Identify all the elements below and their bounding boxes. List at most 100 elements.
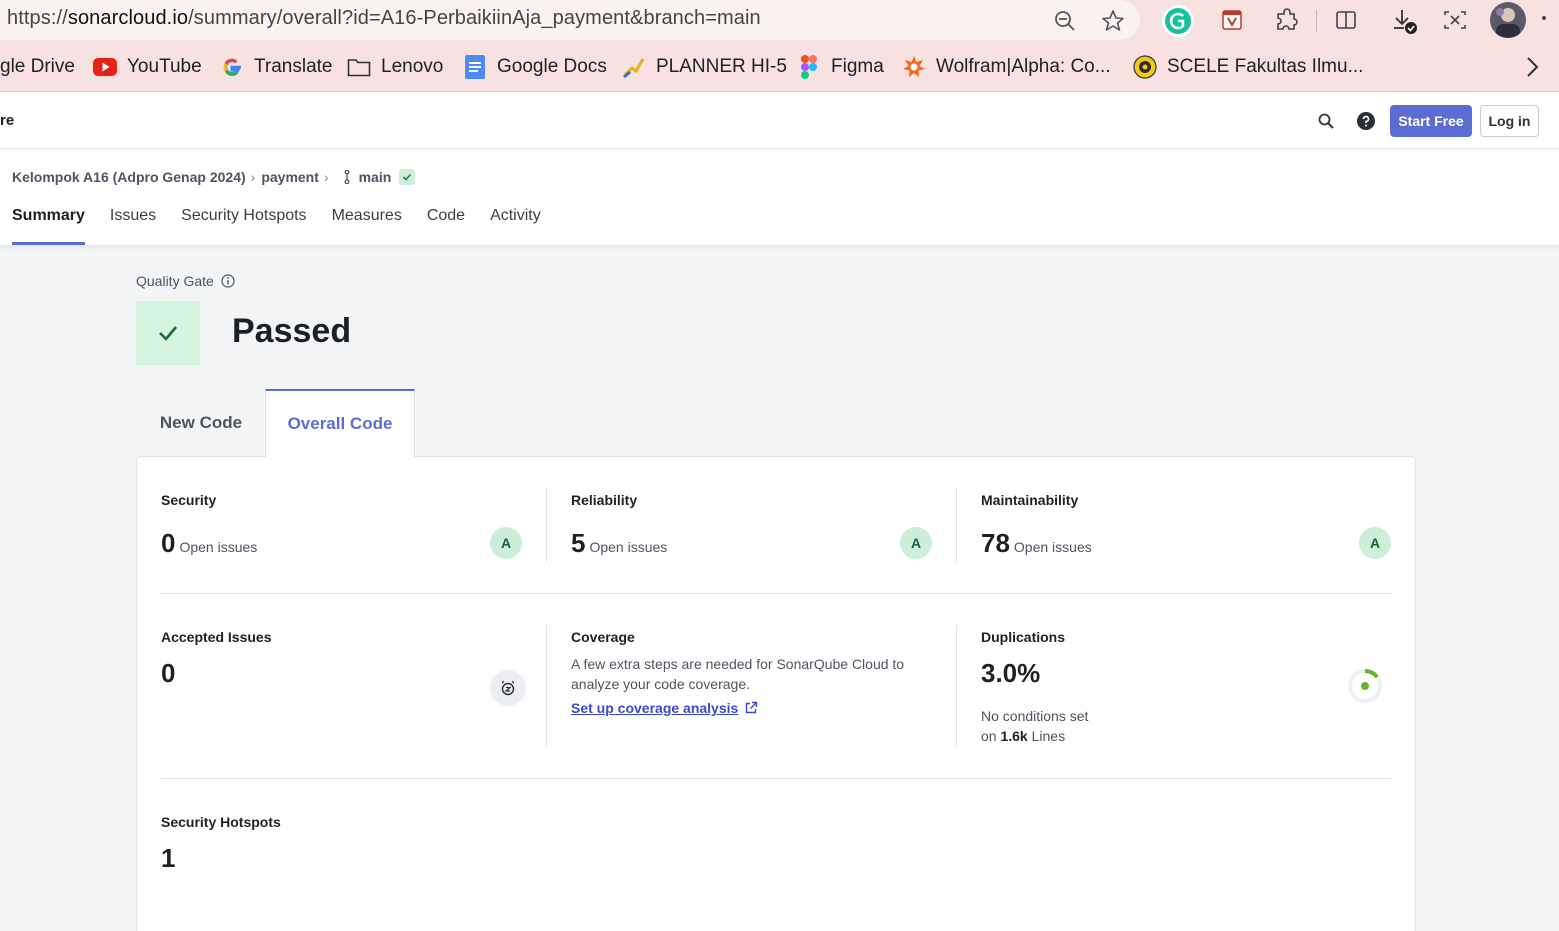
bookmark-label: YouTube <box>127 56 202 77</box>
start-free-button[interactable]: Start Free <box>1390 105 1472 137</box>
branch-icon <box>343 170 351 184</box>
bookmark-planner[interactable]: PLANNER HI-5 <box>622 54 787 80</box>
profile-avatar[interactable] <box>1490 2 1526 38</box>
divider <box>161 593 1391 594</box>
bookmark-label: gle Drive <box>0 56 75 77</box>
breadcrumb-branch[interactable]: main <box>359 169 392 185</box>
grammarly-icon[interactable] <box>1160 3 1196 39</box>
duplications-donut-icon <box>1347 668 1383 704</box>
security-hotspots-value[interactable]: 1 <box>161 843 175 874</box>
brand-fragment[interactable]: re <box>0 112 14 129</box>
menu-dot-icon[interactable] <box>1542 16 1546 20</box>
alarm-clock-icon <box>490 670 526 706</box>
breadcrumb: Kelompok A16 (Adpro Genap 2024) › paymen… <box>12 169 416 185</box>
wolfram-icon <box>902 55 926 79</box>
planner-icon <box>622 55 646 79</box>
url-prefix: https:// <box>7 7 68 29</box>
chevron-right-icon[interactable] <box>1520 54 1544 80</box>
bookmark-label: PLANNER HI-5 <box>656 56 787 77</box>
zoom-icon[interactable] <box>1052 8 1078 34</box>
divider <box>956 488 957 562</box>
accepted-issues-title: Accepted Issues <box>161 629 272 645</box>
breadcrumb-project[interactable]: payment <box>261 169 319 185</box>
app-header: re Start Free Log in <box>0 92 1559 149</box>
bookmark-youtube[interactable]: YouTube <box>93 54 202 80</box>
reliability-sub: Open issues <box>589 539 668 555</box>
reliability-count: 5 <box>571 528 586 558</box>
tab-measures[interactable]: Measures <box>332 207 402 245</box>
quality-gate-status: Passed <box>232 312 352 350</box>
maintainability-value[interactable]: 78 Open issues <box>981 528 1092 559</box>
bookmark-google-docs[interactable]: Google Docs <box>463 54 607 80</box>
bookmark-scele[interactable]: SCELE Fakultas Ilmu... <box>1133 54 1363 80</box>
setup-coverage-link-text: Set up coverage analysis <box>571 700 739 716</box>
bookmark-label: Figma <box>831 56 884 77</box>
coverage-title: Coverage <box>571 629 635 645</box>
project-tabs: Summary Issues Security Hotspots Measure… <box>12 207 566 245</box>
shield-extension-icon[interactable] <box>1218 6 1246 34</box>
note-suffix: Lines <box>1031 728 1066 744</box>
screenshot-icon[interactable] <box>1440 6 1470 34</box>
security-grade-badge[interactable]: A <box>490 527 522 559</box>
downloads-icon[interactable] <box>1389 6 1419 36</box>
reliability-title: Reliability <box>571 492 638 508</box>
note-lines-count: 1.6k <box>1000 728 1028 744</box>
tab-security-hotspots[interactable]: Security Hotspots <box>181 207 306 245</box>
duplications-value[interactable]: 3.0% <box>981 658 1040 689</box>
bookmark-star-icon[interactable] <box>1099 7 1127 35</box>
bookmark-drive[interactable]: gle Drive <box>0 54 75 80</box>
bookmark-translate[interactable]: Translate <box>220 54 333 80</box>
maintainability-grade-badge[interactable]: A <box>1359 527 1391 559</box>
quality-gate-passed-icon <box>136 301 200 365</box>
tab-overall-code[interactable]: Overall Code <box>265 389 415 457</box>
duplications-title: Duplications <box>981 629 1066 645</box>
reliability-grade-badge[interactable]: A <box>900 527 932 559</box>
bookmark-label: Wolfram|Alpha: Co... <box>936 56 1111 77</box>
bookmark-figma[interactable]: Figma <box>797 54 884 80</box>
url-host: sonarcloud.io <box>67 7 189 29</box>
tab-issues[interactable]: Issues <box>110 207 156 245</box>
bookmark-wolfram[interactable]: Wolfram|Alpha: Co... <box>902 54 1111 80</box>
tab-activity[interactable]: Activity <box>490 207 541 245</box>
coverage-desc-line: A few extra steps are needed for SonarQu… <box>571 656 905 672</box>
address-bar[interactable]: https://sonarcloud.io/summary/overall?id… <box>0 0 1140 40</box>
bookmark-lenovo[interactable]: Lenovo <box>347 54 443 80</box>
tab-code[interactable]: Code <box>427 207 465 245</box>
tab-new-code[interactable]: New Code <box>136 389 266 457</box>
tab-summary[interactable]: Summary <box>12 207 85 245</box>
divider <box>546 488 547 562</box>
youtube-icon <box>93 55 117 79</box>
security-count: 0 <box>161 528 176 558</box>
branch-passed-icon <box>399 169 416 185</box>
duplications-note: No conditions set on 1.6k Lines <box>981 706 1088 746</box>
security-value[interactable]: 0 Open issues <box>161 528 257 559</box>
setup-coverage-link[interactable]: Set up coverage analysis <box>571 700 758 716</box>
figma-icon <box>797 55 821 79</box>
docs-icon <box>463 55 487 79</box>
reliability-value[interactable]: 5 Open issues <box>571 528 667 559</box>
chevron-right-icon: › <box>250 169 256 185</box>
extensions-icon[interactable] <box>1273 6 1301 34</box>
coverage-description: A few extra steps are needed for SonarQu… <box>571 654 904 694</box>
browser-toolbar: https://sonarcloud.io/summary/overall?id… <box>0 0 1559 42</box>
login-button[interactable]: Log in <box>1480 105 1539 137</box>
divider <box>956 625 957 747</box>
security-title: Security <box>161 492 217 508</box>
search-icon[interactable] <box>1316 111 1336 131</box>
breadcrumb-organization[interactable]: Kelompok A16 (Adpro Genap 2024) <box>12 169 246 185</box>
quality-gate-label-text: Quality Gate <box>136 273 214 289</box>
accepted-issues-value[interactable]: 0 <box>161 658 175 689</box>
folder-icon <box>347 55 371 79</box>
toolbar-divider <box>1316 10 1317 32</box>
quality-gate-label: Quality Gate <box>136 273 235 289</box>
note-prefix: on <box>981 728 997 744</box>
chevron-right-icon: › <box>323 169 329 185</box>
security-hotspots-title: Security Hotspots <box>161 814 281 830</box>
help-icon[interactable] <box>1356 111 1376 131</box>
split-view-icon[interactable] <box>1332 6 1360 34</box>
google-icon <box>220 55 244 79</box>
external-link-icon <box>744 701 758 715</box>
info-icon[interactable] <box>221 274 235 288</box>
url-text[interactable]: https://sonarcloud.io/summary/overall?id… <box>7 7 761 30</box>
url-path: /summary/overall?id=A16-PerbaikiinAja_pa… <box>188 7 761 29</box>
